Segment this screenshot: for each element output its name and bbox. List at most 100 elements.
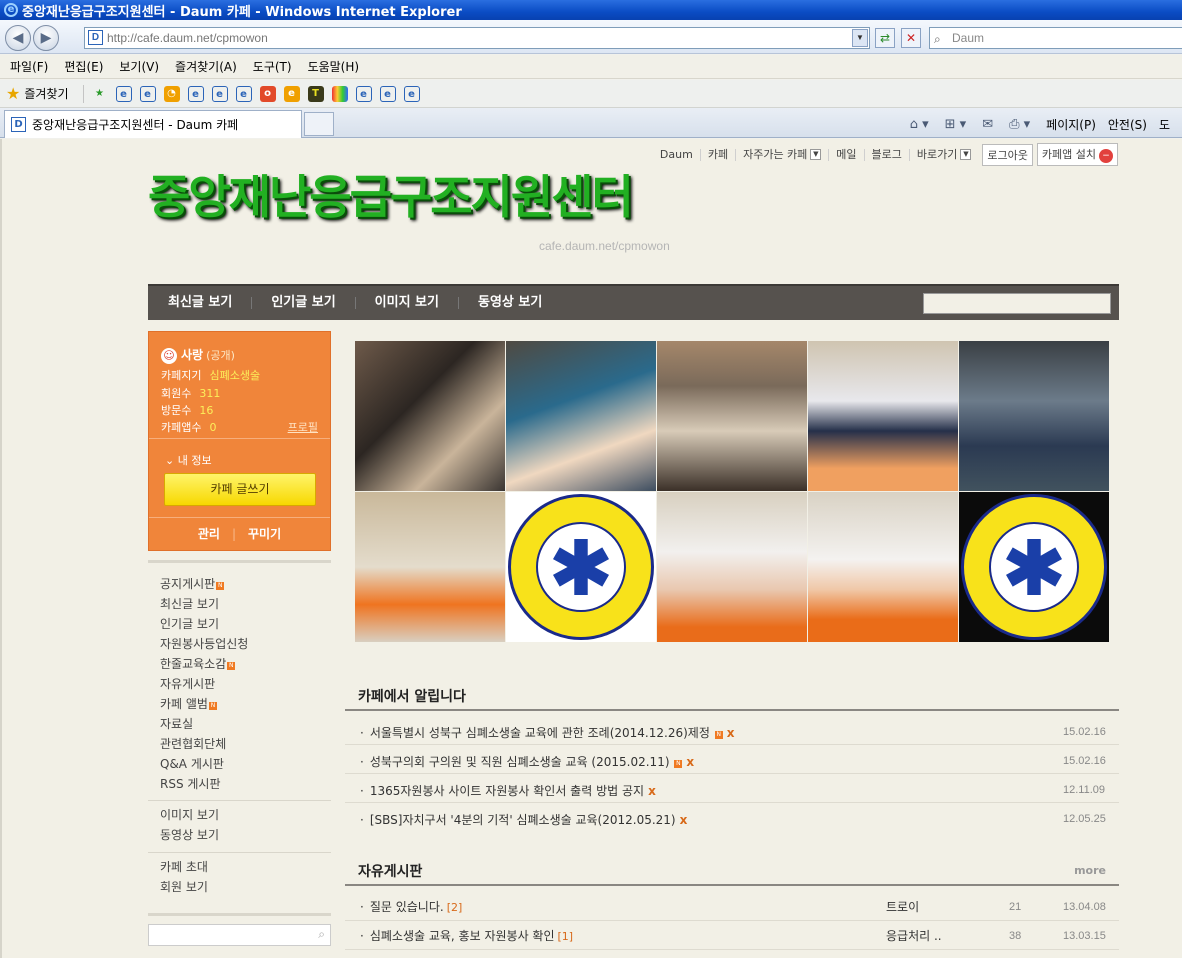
cpr-training-photo[interactable] (657, 492, 807, 642)
menu-item[interactable]: 최신글 보기 (160, 594, 248, 614)
site-orange-e-icon[interactable]: e (283, 85, 300, 102)
slice-icon[interactable]: ◔ (163, 85, 180, 102)
cpr-training-photo[interactable] (808, 341, 958, 491)
nav-images[interactable]: 이미지 보기 (356, 296, 459, 309)
free-board-title[interactable]: 자유게시판 (358, 861, 422, 881)
chevron-down-icon[interactable]: ▼ (810, 149, 822, 160)
menu-item[interactable]: 자유게시판 (160, 674, 248, 694)
mail-icon[interactable]: ✉ (982, 117, 993, 132)
notice-title[interactable]: 1365자원봉사 사이트 자원봉사 확인서 출력 방법 공지 (370, 784, 644, 798)
post-row[interactable]: · 심폐소생술 교육, 홍보 자원봉사 확인 [1] (360, 927, 573, 944)
cpr-training-photo[interactable] (808, 492, 958, 642)
menu-item[interactable]: 카페 초대 (160, 857, 208, 877)
post-title[interactable]: 심폐소생술 교육, 홍보 자원봉사 확인 (370, 929, 555, 943)
new-tab-button[interactable] (304, 112, 334, 136)
cpr-training-photo[interactable] (355, 341, 505, 491)
cafe-url[interactable]: cafe.daum.net/cpmowon (539, 239, 670, 253)
chevron-down-icon[interactable]: ▼ (960, 149, 972, 160)
cpr-training-photo[interactable] (506, 341, 656, 491)
tab-cafe[interactable]: D 중앙재난응급구조지원센터 - Daum 카페 (4, 110, 302, 138)
ie-page-icon[interactable]: e (235, 85, 252, 102)
add-favorite-icon[interactable]: ★ (92, 86, 108, 102)
site-color-icon[interactable] (331, 85, 348, 102)
ie-page-icon[interactable]: e (139, 85, 156, 102)
menu-tools[interactable]: 도구(T) (253, 58, 292, 75)
association-seal-image[interactable] (959, 492, 1109, 642)
back-button[interactable]: ◀ (5, 25, 31, 51)
menu-favorites[interactable]: 즐겨찾기(A) (175, 58, 237, 75)
address-dropdown-icon[interactable]: ▼ (852, 29, 868, 47)
ie-page-icon[interactable]: e (211, 85, 228, 102)
more-link[interactable]: more (1074, 864, 1106, 877)
menu-item[interactable]: RSS 게시판 (160, 774, 248, 794)
logout-button[interactable]: 로그아웃 (982, 143, 1033, 166)
link-cafe[interactable]: 카페 (701, 148, 737, 161)
ie-page-icon[interactable]: e (115, 85, 132, 102)
link-daum[interactable]: Daum (653, 148, 701, 161)
menu-help[interactable]: 도움말(H) (308, 58, 360, 75)
favorites-button[interactable]: 즐겨찾기 (24, 85, 68, 102)
ie-page-icon[interactable]: e (187, 85, 204, 102)
nav-latest[interactable]: 최신글 보기 (148, 296, 253, 309)
notice-row[interactable]: · 1365자원봉사 사이트 자원봉사 확인서 출력 방법 공지 x (360, 782, 656, 799)
link-shortcuts[interactable]: 바로가기 ▼ (910, 148, 978, 161)
ie-page-icon[interactable]: e (403, 85, 420, 102)
home-icon[interactable]: ⌂ ▾ (910, 117, 929, 132)
link-blog[interactable]: 블로그 (865, 148, 910, 161)
ie-page-icon[interactable]: e (379, 85, 396, 102)
menu-item[interactable]: 인기글 보기 (160, 614, 248, 634)
association-seal-image[interactable] (506, 492, 656, 642)
rss-feed-icon[interactable]: ⊞ ▾ (945, 117, 967, 132)
post-author[interactable]: 트로이 (886, 898, 919, 915)
forward-button[interactable]: ▶ (33, 25, 59, 51)
decorate-link[interactable]: 꾸미기 (248, 527, 281, 541)
menu-item[interactable]: 회원 보기 (160, 877, 208, 897)
menu-file[interactable]: 파일(F) (10, 58, 48, 75)
search-input[interactable]: ⌕ Daum (929, 27, 1182, 49)
favorites-star-icon[interactable]: ★ (6, 84, 20, 103)
menu-view[interactable]: 보기(V) (119, 58, 159, 75)
cafe-title[interactable]: 중앙재난응급구조지원센터 (148, 161, 634, 227)
write-post-button[interactable]: 카페 글쓰기 (164, 473, 316, 506)
notice-row[interactable]: · [SBS]자치구서 '4분의 기적' 심폐소생술 교육(2012.05.21)… (360, 811, 687, 828)
print-icon[interactable]: ⎙ ▾ (1009, 117, 1030, 132)
comment-count[interactable]: [2] (447, 901, 463, 914)
address-field[interactable]: D http://cafe.daum.net/cpmowon ▼ (84, 27, 870, 49)
menu-item[interactable]: 자원봉사등업신청 (160, 634, 248, 654)
manage-link[interactable]: 관리 (198, 527, 220, 541)
menu-item[interactable]: 동영상 보기 (160, 825, 219, 845)
cpr-training-photo[interactable] (959, 341, 1109, 491)
app-install-button[interactable]: 카페앱 설치 − (1036, 143, 1118, 166)
menu-edit[interactable]: 편집(E) (64, 58, 103, 75)
post-title[interactable]: 질문 있습니다. (370, 900, 444, 914)
site-t-icon[interactable]: T (307, 85, 324, 102)
site-red-icon[interactable]: o (259, 85, 276, 102)
menu-item[interactable]: 관련협회단체 (160, 734, 248, 754)
notice-row[interactable]: · 성북구의회 구의원 및 직원 심폐소생술 교육 (2015.02.11) Nx (360, 753, 694, 770)
menu-item[interactable]: Q&A 게시판 (160, 754, 248, 774)
my-info-toggle[interactable]: ⌄ 내 정보 (165, 452, 212, 468)
stop-icon[interactable]: ✕ (901, 28, 921, 48)
manager-value[interactable]: 심폐소생술 (209, 369, 260, 382)
menu-item[interactable]: 이미지 보기 (160, 805, 219, 825)
notice-board-title[interactable]: 카페에서 알립니다 (358, 686, 466, 706)
tools-menu[interactable]: 도 (1159, 116, 1170, 133)
refresh-icon[interactable]: ⇄ (875, 28, 895, 48)
sidebar-search-input[interactable]: ⌕ (148, 924, 331, 946)
notice-title[interactable]: 성북구의회 구의원 및 직원 심폐소생술 교육 (2015.02.11) (370, 755, 670, 769)
profile-link[interactable]: 프로필 (288, 419, 318, 435)
notice-row[interactable]: · 서울특별시 성북구 심폐소생술 교육에 관한 조례(2014.12.26)제정… (360, 724, 734, 741)
nav-videos[interactable]: 동영상 보기 (459, 296, 561, 309)
menu-item[interactable]: 한줄교육소감 N (160, 654, 248, 674)
safety-menu[interactable]: 안전(S) (1108, 116, 1147, 133)
menu-item[interactable]: 카페 앨범 N (160, 694, 248, 714)
search-icon[interactable]: ⌕ (318, 927, 325, 942)
post-author[interactable]: 응급처리 .. (886, 927, 942, 944)
page-menu[interactable]: 페이지(P) (1046, 116, 1096, 133)
cpr-training-photo[interactable] (355, 492, 505, 642)
link-favorite-cafes[interactable]: 자주가는 카페 ▼ (736, 148, 830, 161)
menu-item[interactable]: 공지게시판 N (160, 574, 248, 594)
comment-count[interactable]: [1] (558, 930, 574, 943)
cafe-search-input[interactable] (923, 293, 1111, 314)
link-mail[interactable]: 메일 (829, 148, 865, 161)
